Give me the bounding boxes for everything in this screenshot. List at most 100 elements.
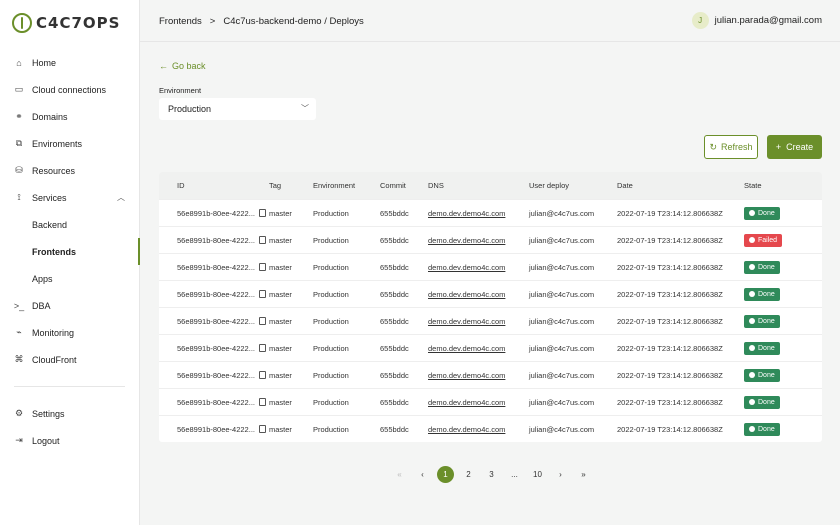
status-badge: Done <box>744 395 780 409</box>
sidebar-item-monitoring[interactable]: ⌁ Monitoring <box>0 319 139 346</box>
page-button-1[interactable]: 1 <box>434 465 457 483</box>
cell-state: Done <box>744 341 822 355</box>
cell-dns-link[interactable]: demo.dev.demo4c.com <box>428 371 529 380</box>
cell-dns-link[interactable]: demo.dev.demo4c.com <box>428 290 529 299</box>
cell-state: Done <box>744 368 822 382</box>
cell-environment: Production <box>313 397 349 407</box>
refresh-label: Refresh <box>721 142 753 152</box>
prev-page-button[interactable]: ‹ <box>411 465 434 483</box>
copy-icon[interactable] <box>259 263 266 271</box>
create-button[interactable]: + Create <box>767 135 822 159</box>
copy-icon[interactable] <box>259 425 266 433</box>
go-back-link[interactable]: ← Go back <box>159 61 206 71</box>
deploys-table: ID Tag Environment Commit DNS User deplo… <box>159 172 822 442</box>
sidebar-item-dba[interactable]: >_ DBA <box>0 292 139 319</box>
cell-dns-link[interactable]: demo.dev.demo4c.com <box>428 263 529 272</box>
copy-icon[interactable] <box>259 236 266 244</box>
sidebar-item-label: Home <box>32 57 57 68</box>
id-text: 56e8991b-80ee-4222... <box>177 208 255 218</box>
status-text: Failed <box>758 236 778 244</box>
copy-icon[interactable] <box>259 317 266 325</box>
cell-commit: 655bddc <box>380 397 409 407</box>
cell-environment: Production <box>313 289 349 299</box>
user-menu[interactable]: J julian.parada@gmail.com <box>691 12 822 29</box>
page-button-3[interactable]: 3 <box>480 465 503 483</box>
sidebar-item-apps[interactable]: Apps <box>0 265 139 292</box>
cell-state: Done <box>744 314 822 328</box>
copy-icon[interactable] <box>259 371 266 379</box>
breadcrumb-root[interactable]: Frontends <box>159 16 202 27</box>
environment-value: Production <box>168 104 212 114</box>
cell-dns-link[interactable]: demo.dev.demo4c.com <box>428 425 529 434</box>
last-page-button[interactable]: » <box>572 465 595 483</box>
table-row[interactable]: 56e8991b-80ee-4222... master Production 655… <box>159 388 822 415</box>
table-row[interactable]: 56e8991b-80ee-4222... master Production 655… <box>159 253 822 280</box>
cell-state: Done <box>744 260 822 274</box>
sidebar-item-label: Services <box>32 192 67 203</box>
copy-icon[interactable] <box>259 398 266 406</box>
cell-commit: 655bddc <box>380 343 409 353</box>
column-header-dns: DNS <box>428 181 444 190</box>
next-page-button[interactable]: › <box>549 465 572 483</box>
sidebar-nav: ⌂ Home ▭ Cloud connections ⚭ Domains ⧉ E… <box>0 49 140 454</box>
cell-environment: Production <box>313 235 349 245</box>
sidebar-item-logout[interactable]: ⇥ Logout <box>0 427 139 454</box>
environment-select[interactable]: Production ﹀ <box>159 98 316 120</box>
sidebar-item-cloud-connections[interactable]: ▭ Cloud connections <box>0 76 139 103</box>
cell-dns-link[interactable]: demo.dev.demo4c.com <box>428 209 529 218</box>
copy-icon[interactable] <box>259 344 266 352</box>
sidebar-item-cloudfront[interactable]: ⌘ CloudFront <box>0 346 139 373</box>
cell-date: 2022-07-19 T23:14:12.806638Z <box>617 343 723 353</box>
cell-user-deploy: julian@c4c7us.com <box>529 289 595 299</box>
sidebar-item-resources[interactable]: ⛁ Resources <box>0 157 139 184</box>
cell-date: 2022-07-19 T23:14:12.806638Z <box>617 235 723 245</box>
sidebar-item-enviroments[interactable]: ⧉ Enviroments <box>0 130 139 157</box>
sidebar-item-backend[interactable]: Backend <box>0 211 139 238</box>
page-button-10[interactable]: 10 <box>526 465 549 483</box>
copy-icon[interactable] <box>259 290 266 298</box>
breadcrumb-separator: > <box>209 16 216 27</box>
table-row[interactable]: 56e8991b-80ee-4222... master Production 655… <box>159 280 822 307</box>
cell-id: 56e8991b-80ee-4222... <box>159 317 269 326</box>
logo-text: C4C7OPS <box>36 14 121 32</box>
gear-icon: ⚙ <box>14 408 24 418</box>
table-body: 56e8991b-80ee-4222... master Production 655… <box>159 199 822 442</box>
sidebar-item-frontends[interactable]: Frontends <box>0 238 140 265</box>
id-text: 56e8991b-80ee-4222... <box>177 397 255 407</box>
cell-dns-link[interactable]: demo.dev.demo4c.com <box>428 398 529 407</box>
status-badge: Done <box>744 368 780 382</box>
cell-dns-link[interactable]: demo.dev.demo4c.com <box>428 317 529 326</box>
sidebar-item-services[interactable]: ⟟ Services ︿ <box>0 184 139 211</box>
table-row[interactable]: 56e8991b-80ee-4222... master Production 655… <box>159 415 822 442</box>
page-button-2[interactable]: 2 <box>457 465 480 483</box>
page-ellipsis: ... <box>511 469 518 479</box>
cell-dns-link[interactable]: demo.dev.demo4c.com <box>428 236 529 245</box>
sidebar-item-settings[interactable]: ⚙ Settings <box>0 400 139 427</box>
cell-tag: master <box>269 235 292 245</box>
status-icon <box>749 318 755 324</box>
sidebar-item-label: Backend <box>32 219 68 230</box>
first-page-button[interactable]: « <box>388 465 411 483</box>
table-row[interactable]: 56e8991b-80ee-4222... master Production 655… <box>159 334 822 361</box>
column-header-commit: Commit <box>380 181 406 190</box>
create-label: Create <box>786 142 814 152</box>
chevron-up-icon[interactable]: ︿ <box>117 192 125 203</box>
copy-icon[interactable] <box>259 209 266 217</box>
sidebar: C4C7OPS ⌂ Home ▭ Cloud connections ⚭ Dom… <box>0 0 140 525</box>
sidebar-item-home[interactable]: ⌂ Home <box>0 49 139 76</box>
table-row[interactable]: 56e8991b-80ee-4222... master Production 655… <box>159 199 822 226</box>
cell-user-deploy: julian@c4c7us.com <box>529 235 595 245</box>
logo[interactable]: C4C7OPS <box>12 12 120 34</box>
top-bar: Frontends > C4c7us-backend-demo / Deploy… <box>140 0 840 42</box>
id-text: 56e8991b-80ee-4222... <box>177 289 255 299</box>
table-row[interactable]: 56e8991b-80ee-4222... master Production 655… <box>159 307 822 334</box>
sidebar-item-label: Frontends <box>32 246 76 257</box>
table-row[interactable]: 56e8991b-80ee-4222... master Production 655… <box>159 361 822 388</box>
avatar[interactable]: J <box>691 12 709 29</box>
cell-dns-link[interactable]: demo.dev.demo4c.com <box>428 344 529 353</box>
table-row[interactable]: 56e8991b-80ee-4222... master Production 655… <box>159 226 822 253</box>
user-email: julian.parada@gmail.com <box>714 15 822 26</box>
sidebar-item-domains[interactable]: ⚭ Domains <box>0 103 139 130</box>
cell-state: Done <box>744 395 822 409</box>
refresh-button[interactable]: ↻ Refresh <box>704 135 758 159</box>
